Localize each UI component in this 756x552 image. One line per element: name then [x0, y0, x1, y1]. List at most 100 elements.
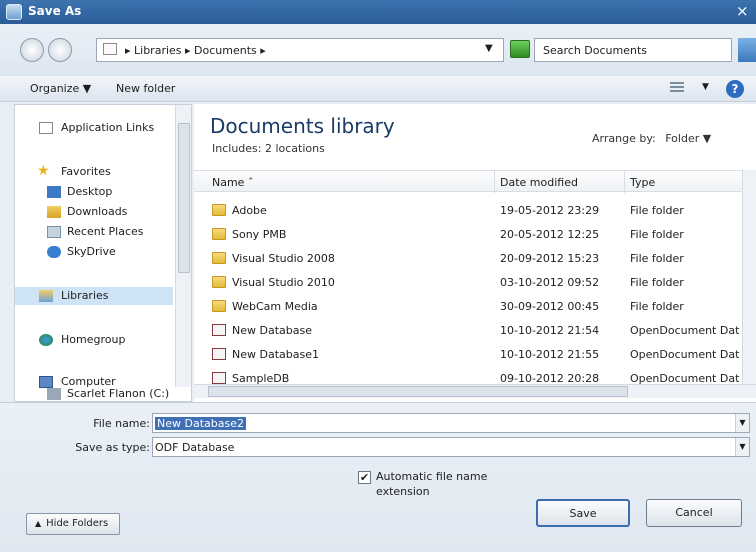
hide-folders-label: Hide Folders [46, 518, 109, 529]
file-row[interactable]: New Database 10-10-2012 21:54 OpenDocume… [194, 318, 742, 342]
desktop-icon [47, 186, 61, 198]
nav-item-label: Libraries [61, 289, 109, 302]
file-type: File folder [630, 204, 684, 217]
file-type: OpenDocument Dat... [630, 372, 740, 384]
refresh-button[interactable] [510, 40, 530, 58]
save-as-type-value: ODF Database [155, 441, 235, 454]
view-dropdown-icon[interactable]: ▼ [702, 82, 709, 92]
nav-item-application-links[interactable]: Application Links [15, 119, 173, 137]
column-date-modified[interactable]: Date modified [500, 176, 578, 189]
nav-item-label: Favorites [61, 165, 111, 178]
nav-item-label: Recent Places [67, 225, 144, 238]
auto-extension-label[interactable]: Automatic file name extension [376, 469, 516, 499]
organize-button[interactable]: Organize ▼ [30, 82, 91, 95]
file-name-value[interactable]: New Database2 [155, 417, 246, 430]
arrange-by[interactable]: Arrange by: Folder ▼ [592, 132, 711, 145]
file-date: 10-10-2012 21:54 [500, 324, 600, 337]
downloads-icon [47, 206, 61, 218]
save-as-type-select[interactable]: ODF Database ▼ [152, 437, 750, 457]
title-bar: Save As × [0, 0, 756, 24]
file-row[interactable]: WebCam Media 30-09-2012 00:45 File folde… [194, 294, 742, 318]
save-as-dialog: Save As × ▸ Libraries ▸ Documents ▸ ▼ Se… [0, 0, 756, 552]
nav-item-skydrive[interactable]: SkyDrive [15, 243, 173, 261]
nav-item-libraries[interactable]: Libraries [15, 287, 173, 305]
close-button[interactable]: × [736, 2, 749, 20]
address-dropdown-icon[interactable]: ▼ [485, 43, 493, 54]
file-date: 20-09-2012 15:23 [500, 252, 600, 265]
forward-button[interactable] [48, 38, 72, 62]
file-row[interactable]: Visual Studio 2010 03-10-2012 09:52 File… [194, 270, 742, 294]
nav-item-downloads[interactable]: Downloads [15, 203, 173, 221]
file-date: 30-09-2012 00:45 [500, 300, 600, 313]
file-row[interactable]: Sony PMB 20-05-2012 12:25 File folder [194, 222, 742, 246]
nav-item-homegroup[interactable]: Homegroup [15, 331, 173, 349]
new-folder-button[interactable]: New folder [116, 82, 175, 95]
file-list-horizontal-scrollbar[interactable] [194, 384, 756, 398]
file-name: New Database1 [232, 348, 319, 361]
star-icon: ★ [37, 163, 50, 179]
file-type: OpenDocument Dat... [630, 348, 740, 361]
nav-vertical-scrollbar[interactable] [175, 105, 191, 387]
libraries-icon [39, 290, 53, 302]
chevron-down-icon[interactable]: ▼ [735, 438, 749, 456]
column-separator[interactable] [494, 171, 495, 193]
hide-folders-button[interactable]: ▲ Hide Folders [26, 513, 120, 535]
cancel-button[interactable]: Cancel [646, 499, 742, 527]
arrange-by-label: Arrange by: [592, 132, 656, 145]
file-row[interactable]: SampleDB 09-10-2012 20:28 OpenDocument D… [194, 366, 742, 384]
file-type: File folder [630, 276, 684, 289]
file-date: 20-05-2012 12:25 [500, 228, 600, 241]
library-title: Documents library [210, 114, 395, 138]
nav-scroll-thumb[interactable] [178, 123, 190, 273]
file-name-label: File name: [93, 417, 150, 430]
file-row[interactable]: Adobe 19-05-2012 23:29 File folder [194, 198, 742, 222]
file-name: Adobe [232, 204, 267, 217]
dialog-title: Save As [28, 4, 82, 18]
file-name: Sony PMB [232, 228, 287, 241]
auto-extension-checkbox[interactable]: ✔ [358, 471, 371, 484]
view-options-icon[interactable] [670, 82, 684, 94]
folder-icon [212, 300, 226, 312]
column-type[interactable]: Type [630, 176, 655, 189]
file-name: New Database [232, 324, 312, 337]
search-icon[interactable] [738, 38, 756, 62]
file-name: SampleDB [232, 372, 290, 384]
address-bar[interactable]: ▸ Libraries ▸ Documents ▸ ▼ [96, 38, 504, 62]
nav-item-drive[interactable]: Scarlet Flanon (C:) [15, 387, 173, 401]
file-list-vertical-scrollbar[interactable] [742, 170, 756, 384]
save-button[interactable]: Save [536, 499, 630, 527]
document-icon [39, 122, 53, 134]
help-button[interactable]: ? [726, 80, 744, 98]
nav-item-recent-places[interactable]: Recent Places [15, 223, 173, 241]
save-as-type-label: Save as type: [75, 441, 150, 454]
address-path: ▸ Libraries ▸ Documents ▸ [125, 44, 266, 57]
file-type: File folder [630, 252, 684, 265]
arrange-by-dropdown[interactable]: Folder ▼ [665, 132, 711, 145]
nav-item-label: SkyDrive [67, 245, 116, 258]
nav-item-label: Downloads [67, 205, 128, 218]
file-name: Visual Studio 2010 [232, 276, 335, 289]
column-name[interactable]: Name ˆ [212, 176, 253, 189]
nav-item-desktop[interactable]: Desktop [15, 183, 173, 201]
folder-icon [212, 252, 226, 264]
back-button[interactable] [20, 38, 44, 62]
nav-item-label: Scarlet Flanon (C:) [67, 387, 170, 400]
nav-item-favorites[interactable]: ★ Favorites [15, 163, 173, 181]
search-input[interactable]: Search Documents [534, 38, 732, 62]
file-name-field[interactable]: New Database2 ▼ [152, 413, 750, 433]
column-separator[interactable] [624, 171, 625, 193]
column-header: Name ˆ Date modified Type [194, 170, 742, 193]
save-options-area: File name: New Database2 ▼ Save as type:… [0, 402, 756, 552]
drive-icon [47, 388, 61, 400]
file-list-scroll-thumb[interactable] [208, 386, 628, 397]
cloud-icon [47, 246, 61, 258]
file-date: 03-10-2012 09:52 [500, 276, 600, 289]
file-name: Visual Studio 2008 [232, 252, 335, 265]
chevron-down-icon[interactable]: ▼ [735, 414, 749, 432]
file-row[interactable]: Visual Studio 2008 20-09-2012 15:23 File… [194, 246, 742, 270]
folder-icon [212, 228, 226, 240]
file-type: File folder [630, 228, 684, 241]
file-row[interactable]: New Database1 10-10-2012 21:55 OpenDocum… [194, 342, 742, 366]
toolbar: Organize ▼ New folder ▼ ? [0, 76, 756, 102]
file-type: OpenDocument Dat... [630, 324, 740, 337]
